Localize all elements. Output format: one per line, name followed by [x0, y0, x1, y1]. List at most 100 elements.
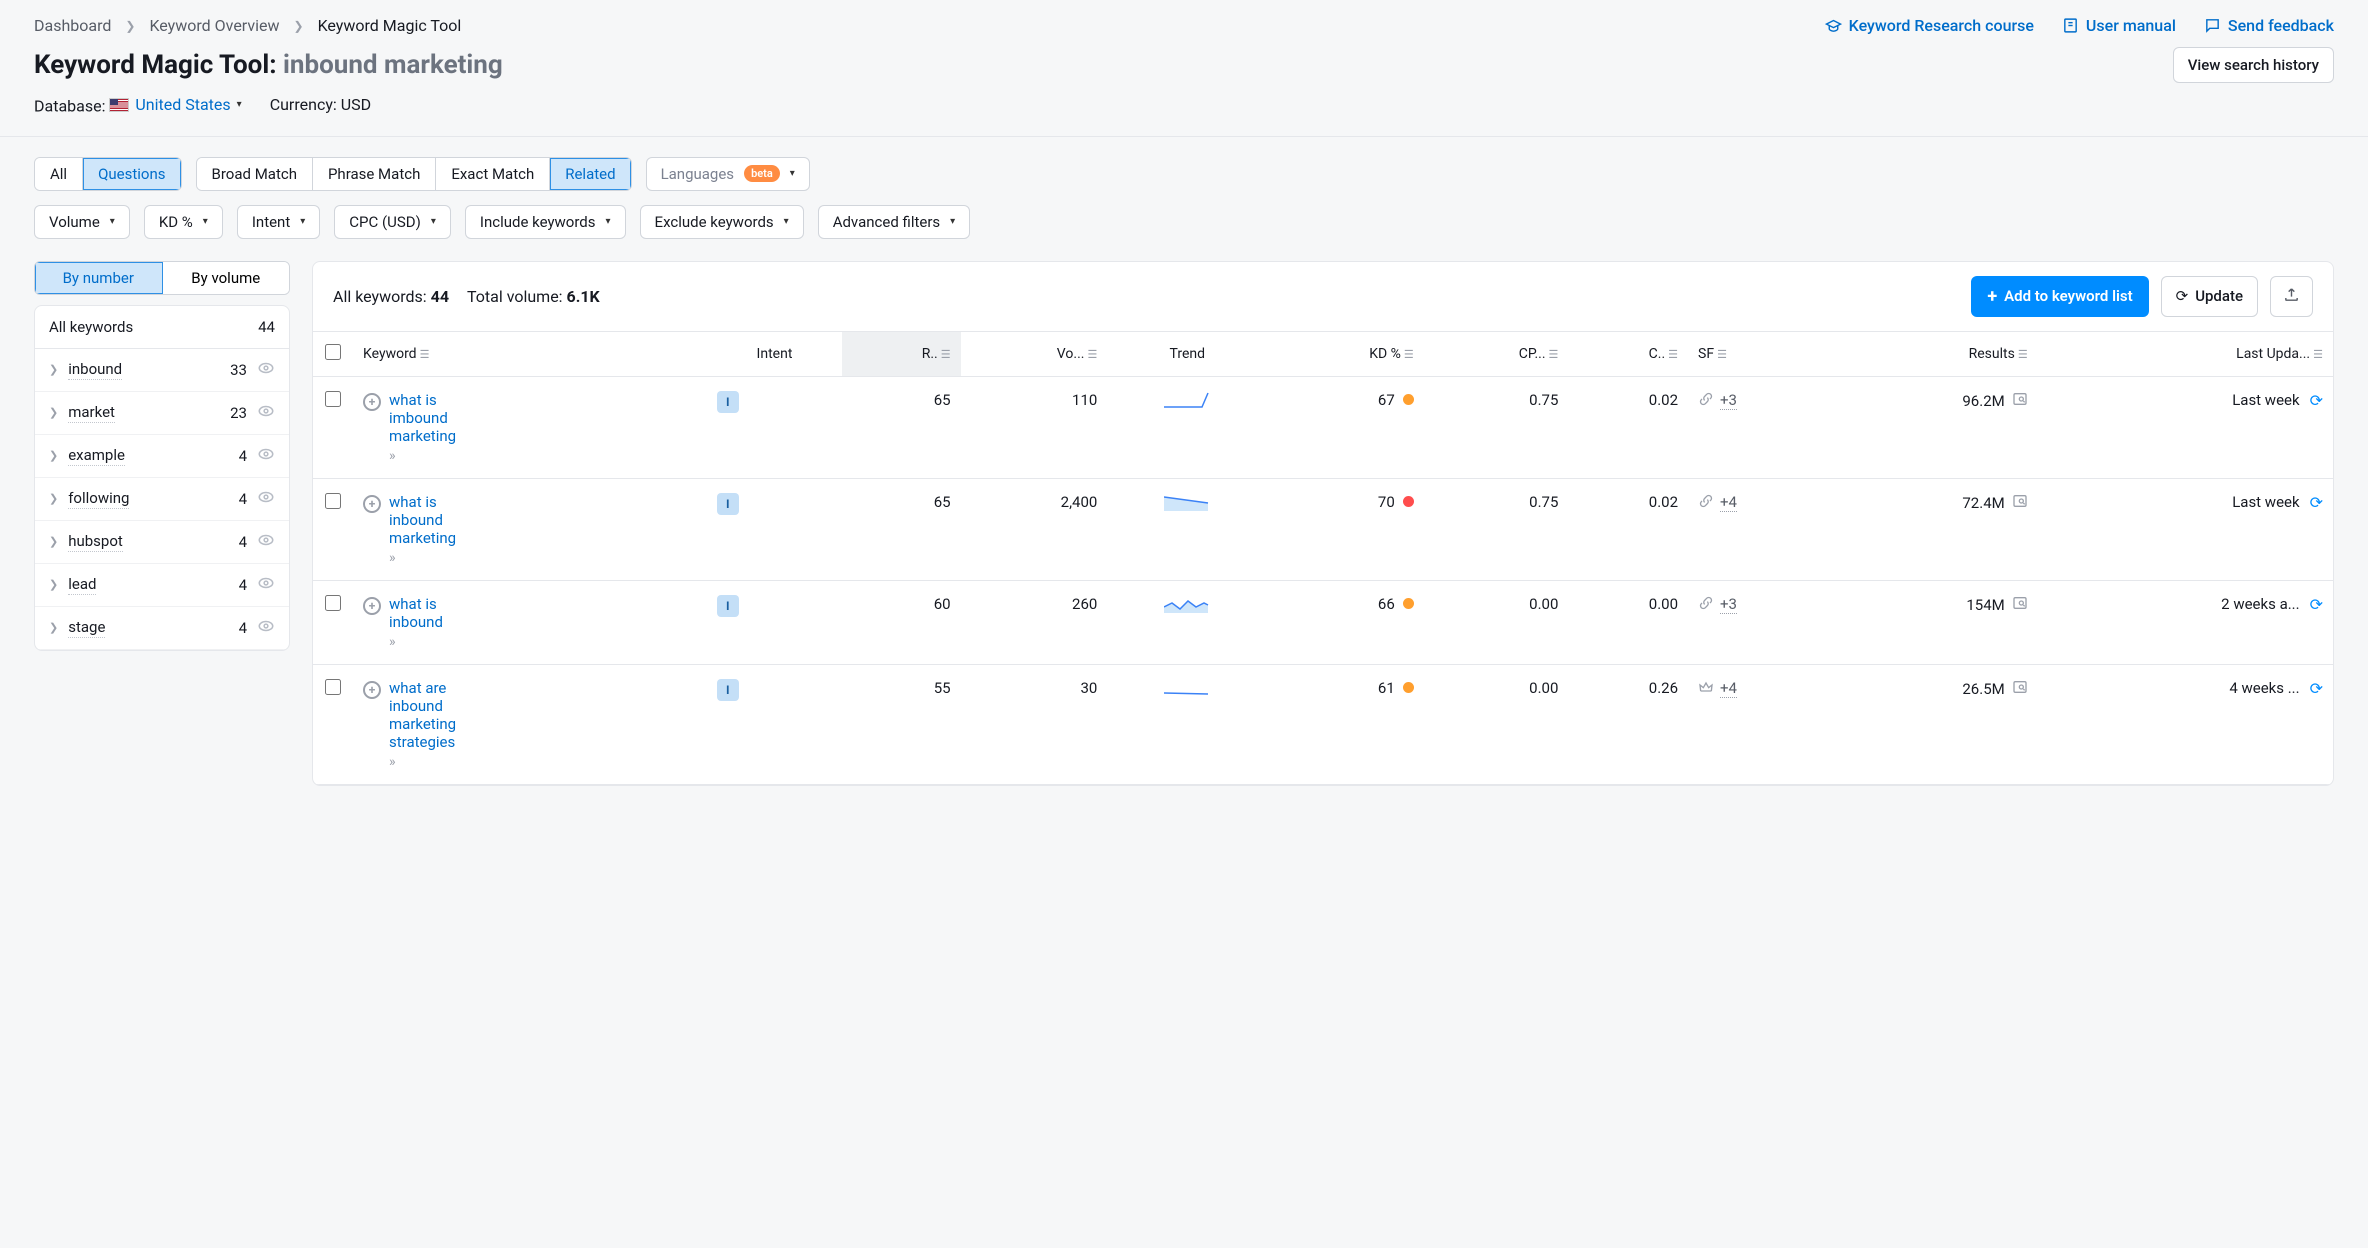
filter-kd-[interactable]: KD %▾	[144, 205, 223, 239]
tab-all[interactable]: All	[35, 158, 83, 190]
cell-sf[interactable]: +4	[1698, 493, 1821, 513]
row-checkbox[interactable]	[325, 391, 341, 407]
serp-feature-icon	[1698, 679, 1714, 699]
filter-include-keywords[interactable]: Include keywords▾	[465, 205, 626, 239]
eye-icon[interactable]	[257, 402, 275, 424]
sort-icon: ☰	[1549, 348, 1559, 361]
export-icon	[2283, 286, 2300, 303]
sidebar-item-example[interactable]: ❯example4	[35, 435, 289, 478]
sidebar-item-stage[interactable]: ❯stage4	[35, 607, 289, 650]
tab-phrase[interactable]: Phrase Match	[313, 158, 436, 190]
export-button[interactable]	[2270, 276, 2313, 317]
col-volume[interactable]: Vo...☰	[961, 331, 1108, 376]
eye-icon[interactable]	[257, 445, 275, 467]
cell-r: 65	[842, 376, 960, 478]
sidebar-item-following[interactable]: ❯following4	[35, 478, 289, 521]
serp-icon[interactable]	[2012, 679, 2028, 699]
col-intent[interactable]: Intent	[707, 331, 842, 376]
crumb-dashboard[interactable]: Dashboard	[34, 16, 111, 35]
keyword-link[interactable]: what is imbound marketing	[389, 391, 489, 445]
refresh-row-icon[interactable]: ⟳	[2310, 391, 2323, 410]
link-manual[interactable]: User manual	[2062, 16, 2176, 35]
refresh-row-icon[interactable]: ⟳	[2310, 493, 2323, 512]
filter-advanced-filters[interactable]: Advanced filters▾	[818, 205, 971, 239]
col-r[interactable]: R..☰	[842, 331, 960, 376]
filter-volume[interactable]: Volume▾	[34, 205, 130, 239]
keyword-link[interactable]: what is inbound marketing	[389, 493, 489, 547]
cell-results: 154M	[1841, 595, 2028, 615]
languages-select[interactable]: Languages beta ▾	[646, 157, 810, 191]
eye-icon[interactable]	[257, 574, 275, 596]
cell-sf[interactable]: +3	[1698, 595, 1821, 615]
database-select[interactable]: United States ▾	[109, 95, 241, 114]
sort-by-volume[interactable]: By volume	[163, 262, 290, 294]
chevron-down-icon: ▾	[431, 216, 436, 227]
chevrons-right-icon[interactable]: »	[389, 448, 489, 464]
col-cpc[interactable]: CP...☰	[1424, 331, 1569, 376]
crumb-current: Keyword Magic Tool	[318, 16, 462, 35]
eye-icon[interactable]	[257, 359, 275, 381]
eye-icon[interactable]	[257, 488, 275, 510]
sidebar-item-hubspot[interactable]: ❯hubspot4	[35, 521, 289, 564]
chevron-down-icon: ▾	[237, 99, 242, 110]
view-history-button[interactable]: View search history	[2173, 47, 2334, 83]
chevron-right-icon: ❯	[49, 449, 58, 462]
sidebar-item-market[interactable]: ❯market23	[35, 392, 289, 435]
crumb-overview[interactable]: Keyword Overview	[149, 16, 279, 35]
chevrons-right-icon[interactable]: »	[389, 754, 489, 770]
serp-icon[interactable]	[2012, 493, 2028, 513]
kd-dot-icon	[1403, 394, 1414, 405]
filter-exclude-keywords[interactable]: Exclude keywords▾	[640, 205, 804, 239]
sidebar-all-keywords[interactable]: All keywords 44	[35, 306, 289, 349]
sidebar-item-inbound[interactable]: ❯inbound33	[35, 349, 289, 392]
serp-feature-icon	[1698, 595, 1714, 615]
cell-sf[interactable]: +3	[1698, 391, 1821, 411]
sort-by-number[interactable]: By number	[35, 262, 163, 294]
add-to-list-button[interactable]: + Add to keyword list	[1971, 276, 2148, 317]
link-feedback[interactable]: Send feedback	[2204, 16, 2334, 35]
cell-sf[interactable]: +4	[1698, 679, 1821, 699]
update-button[interactable]: ⟳ Update	[2161, 276, 2258, 317]
page-title: Keyword Magic Tool: inbound marketing	[34, 50, 503, 80]
row-checkbox[interactable]	[325, 493, 341, 509]
eye-icon[interactable]	[257, 531, 275, 553]
col-updated[interactable]: Last Upda...☰	[2038, 331, 2333, 376]
book-icon	[2062, 17, 2079, 34]
link-course[interactable]: Keyword Research course	[1825, 16, 2034, 35]
filter-intent[interactable]: Intent▾	[237, 205, 320, 239]
select-all-checkbox[interactable]	[325, 344, 341, 360]
filter-type-segment: All Questions	[34, 157, 182, 191]
add-keyword-icon[interactable]: +	[363, 597, 381, 615]
row-checkbox[interactable]	[325, 679, 341, 695]
cell-cpc: 0.75	[1424, 478, 1569, 580]
row-checkbox[interactable]	[325, 595, 341, 611]
chevron-right-icon: ❯	[125, 19, 135, 33]
col-sf[interactable]: SF☰	[1688, 331, 1831, 376]
add-keyword-icon[interactable]: +	[363, 393, 381, 411]
add-keyword-icon[interactable]: +	[363, 495, 381, 513]
col-kd[interactable]: KD %☰	[1267, 331, 1423, 376]
serp-icon[interactable]	[2012, 391, 2028, 411]
refresh-row-icon[interactable]: ⟳	[2310, 595, 2323, 614]
table-row: +what is inbound» I 60 260 66 0.00 0.00 …	[313, 580, 2333, 664]
cell-c: 0.02	[1568, 376, 1688, 478]
intent-badge: I	[717, 679, 739, 701]
col-c[interactable]: C..☰	[1568, 331, 1688, 376]
serp-icon[interactable]	[2012, 595, 2028, 615]
tab-questions[interactable]: Questions	[83, 158, 180, 190]
keyword-link[interactable]: what are inbound marketing strategies	[389, 679, 489, 751]
filter-cpc-usd-[interactable]: CPC (USD)▾	[334, 205, 451, 239]
col-results[interactable]: Results☰	[1831, 331, 2038, 376]
add-keyword-icon[interactable]: +	[363, 681, 381, 699]
sidebar-item-lead[interactable]: ❯lead4	[35, 564, 289, 607]
eye-icon[interactable]	[257, 617, 275, 639]
keyword-link[interactable]: what is inbound	[389, 595, 489, 631]
refresh-row-icon[interactable]: ⟳	[2310, 679, 2323, 698]
breadcrumb: Dashboard ❯ Keyword Overview ❯ Keyword M…	[34, 16, 461, 35]
tab-broad[interactable]: Broad Match	[197, 158, 313, 190]
chevrons-right-icon[interactable]: »	[389, 634, 489, 650]
col-keyword[interactable]: Keyword☰	[353, 331, 707, 376]
tab-related[interactable]: Related	[550, 158, 630, 190]
chevrons-right-icon[interactable]: »	[389, 550, 489, 566]
tab-exact[interactable]: Exact Match	[436, 158, 550, 190]
